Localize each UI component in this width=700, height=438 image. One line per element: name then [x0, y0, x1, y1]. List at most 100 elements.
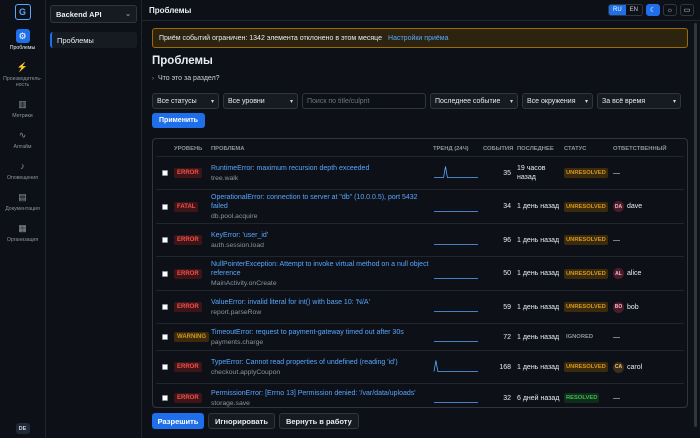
owner-name: bob — [627, 303, 639, 311]
rail-item-1[interactable]: ⚡ Производитель-ность — [1, 60, 45, 89]
issue-title-link[interactable]: ValueError: invalid literal for int() wi… — [211, 298, 430, 307]
issue-title-link[interactable]: RuntimeError: maximum recursion depth ex… — [211, 164, 430, 173]
logo-icon[interactable]: G — [14, 4, 31, 20]
status-badge: UNRESOLVED — [564, 235, 608, 245]
row-checkbox[interactable] — [162, 334, 168, 340]
level-badge: ERROR — [174, 302, 202, 312]
sun-icon[interactable]: ☼ — [663, 4, 677, 16]
row-checkbox[interactable] — [162, 237, 168, 243]
sort-select[interactable]: Последнее событие ▾ — [430, 93, 518, 109]
table-row[interactable]: ERROR ValueError: invalid literal for int… — [156, 291, 684, 324]
rail-item-3[interactable]: ∿ Аптайм — [1, 128, 45, 151]
trend-cell — [433, 329, 483, 345]
level-cell: ERROR — [174, 302, 211, 312]
issue-title-link[interactable]: PermissionError: [Errno 13] Permission d… — [211, 389, 430, 398]
topbar: Проблемы RU EN ☾ ☼ ▭ — [142, 0, 700, 21]
level-cell: ERROR — [174, 362, 211, 372]
monitor-icon[interactable]: ▭ — [680, 4, 694, 16]
row-checkbox[interactable] — [162, 364, 168, 370]
reopen-button[interactable]: Вернуть в работу — [278, 413, 359, 429]
level-filter[interactable]: Все уровни ▾ — [223, 93, 298, 109]
rail-item-5[interactable]: ▤ Документация — [1, 190, 45, 213]
col-level[interactable]: УРОВЕНЬ — [174, 146, 211, 152]
moon-icon[interactable]: ☾ — [646, 4, 660, 16]
status-badge: UNRESOLVED — [564, 362, 608, 372]
apply-button[interactable]: Применить — [152, 113, 205, 128]
bell-icon: ♪ — [20, 161, 25, 171]
issue-title-link[interactable]: TypeError: Cannot read properties of und… — [211, 358, 430, 367]
section-help-toggle[interactable]: › Что это за раздел? — [152, 75, 688, 82]
owner[interactable]: BO bob — [613, 301, 684, 313]
owner[interactable]: DA dave — [613, 201, 684, 212]
rail-item-6[interactable]: ▦ Организация — [1, 221, 45, 244]
status-filter[interactable]: Все статусы ▾ — [152, 93, 219, 109]
table-row[interactable]: ERROR TypeError: Cannot read properties o… — [156, 351, 684, 384]
row-checkbox[interactable] — [162, 170, 168, 176]
table-row[interactable]: WARNING TimeoutError: request to payment-… — [156, 324, 684, 351]
row-checkbox-cell — [156, 364, 174, 370]
project-name: Backend API — [56, 9, 102, 19]
table-row[interactable]: ERROR RuntimeError: maximum recursion dep… — [156, 157, 684, 190]
table-body: ERROR RuntimeError: maximum recursion dep… — [156, 157, 684, 407]
col-status[interactable]: СТАТУС — [564, 146, 613, 152]
user-avatar[interactable]: DE — [15, 423, 30, 434]
last-seen: 1 день назад — [517, 203, 560, 210]
lang-ru-button[interactable]: RU — [608, 5, 626, 15]
trend-sparkline — [434, 277, 478, 279]
table-row[interactable]: FATAL OperationalError: connection to ser… — [156, 190, 684, 224]
period-filter[interactable]: За всё время ▾ — [597, 93, 681, 109]
last-seen: 1 день назад — [517, 236, 560, 244]
trend-sparkline — [434, 311, 478, 312]
rail-item-2[interactable]: ▥ Метрики — [1, 97, 45, 120]
row-checkbox-cell — [156, 237, 174, 243]
status-badge: UNRESOLVED — [564, 201, 608, 212]
banner-settings-link[interactable]: Настройки приёма — [388, 35, 448, 42]
scrollbar[interactable] — [694, 23, 697, 427]
rail-items: ⚙ Проблемы ⚡ Производитель-ность ▥ Метрики ∿ Ап… — [1, 20, 45, 243]
bug-icon: ⚙ — [15, 29, 30, 43]
owner[interactable]: AL alice — [613, 268, 684, 279]
issue-title-link[interactable]: TimeoutError: request to payment-gateway… — [211, 328, 430, 337]
rail-item-4[interactable]: ♪ Оповещения — [1, 159, 45, 182]
row-checkbox[interactable] — [162, 270, 168, 277]
row-checkbox-cell — [156, 304, 174, 310]
chevron-down-icon: ▾ — [289, 98, 293, 105]
table-row[interactable]: ERROR NullPointerException: Attempt to in… — [156, 257, 684, 291]
issue-title-link[interactable]: NullPointerException: Attempt to invoke … — [211, 260, 430, 278]
ignore-button[interactable]: Игнорировать — [208, 413, 275, 429]
sidebar-item-issues[interactable]: Проблемы — [50, 32, 137, 48]
environment-filter[interactable]: Все окружения ▾ — [522, 93, 593, 109]
level-filter-value: Все уровни — [228, 97, 265, 105]
row-checkbox[interactable] — [162, 203, 168, 210]
level-cell: WARNING — [174, 332, 211, 342]
col-events[interactable]: СОБЫТИЯ — [483, 146, 514, 152]
bulk-actions: Разрешить Игнорировать Вернуть в работу — [152, 413, 688, 429]
owner[interactable]: — — [613, 237, 684, 244]
icon-rail: G ⚙ Проблемы ⚡ Производитель-ность ▥ Метрики ∿… — [0, 0, 46, 438]
owner[interactable]: — — [613, 170, 684, 177]
problem-cell: TimeoutError: request to payment-gateway… — [211, 328, 433, 347]
table-row[interactable]: ERROR KeyError: 'user_id' auth.session.loa… — [156, 224, 684, 257]
col-last[interactable]: ПОСЛЕДНЕЕ — [514, 146, 564, 152]
owner[interactable]: CA carol — [613, 361, 684, 373]
row-checkbox[interactable] — [162, 395, 168, 401]
col-problem[interactable]: ПРОБЛЕМА — [211, 146, 433, 152]
owner[interactable]: — — [613, 395, 684, 402]
owner-cell: — — [613, 170, 684, 177]
col-owner[interactable]: ОТВЕТСТВЕННЫЙ — [613, 146, 684, 152]
resolve-button[interactable]: Разрешить — [152, 413, 204, 429]
row-checkbox[interactable] — [162, 304, 168, 310]
rail-item-0[interactable]: ⚙ Проблемы — [1, 29, 45, 51]
status-cell: UNRESOLVED — [564, 268, 613, 279]
events-count: 72 — [503, 333, 511, 341]
search-input[interactable]: Поиск по title/culprit — [302, 93, 426, 109]
book-icon: ▤ — [18, 192, 27, 202]
table-row[interactable]: ERROR PermissionError: [Errno 13] Permiss… — [156, 384, 684, 407]
issue-culprit: checkout.applyCoupon — [211, 368, 281, 376]
issue-title-link[interactable]: KeyError: 'user_id' — [211, 231, 430, 240]
owner[interactable]: — — [613, 334, 684, 341]
issue-title-link[interactable]: OperationalError: connection to server a… — [211, 193, 430, 211]
trend-cell — [433, 390, 483, 406]
project-selector[interactable]: Backend API ⌄ — [50, 5, 137, 23]
lang-en-button[interactable]: EN — [626, 5, 642, 15]
